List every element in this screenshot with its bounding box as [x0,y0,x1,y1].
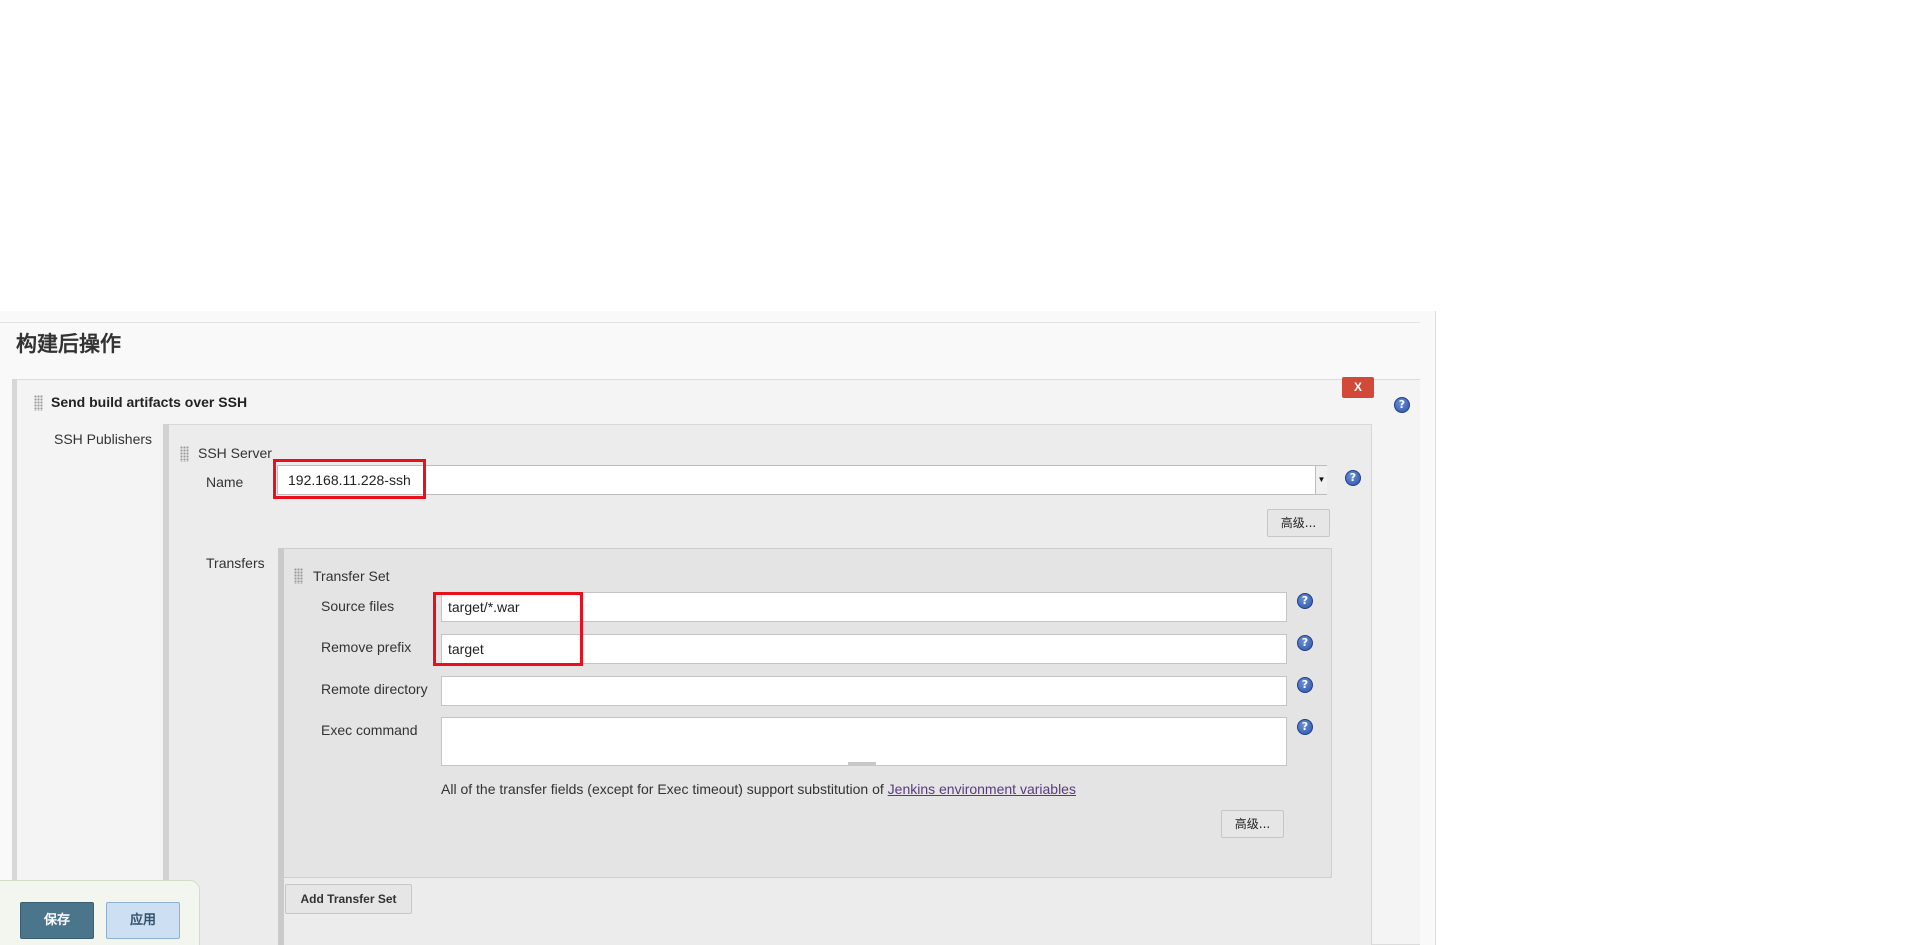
add-transfer-set-button[interactable]: Add Transfer Set [285,884,412,914]
substitution-info-text: All of the transfer fields (except for E… [441,781,1076,797]
remote-directory-help-icon[interactable]: ? [1297,677,1313,693]
exec-command-help-icon[interactable]: ? [1297,719,1313,735]
delete-publisher-button[interactable]: X [1342,377,1374,398]
ssh-publishers-label: SSH Publishers [54,431,153,447]
source-files-label: Source files [321,598,395,614]
server-advanced-button[interactable]: 高级... [1267,509,1330,537]
substitution-info-sentence: All of the transfer fields (except for E… [441,781,888,797]
transfer-set-drag-handle-icon[interactable] [294,568,303,584]
ssh-server-left-bar [163,424,169,945]
apply-button[interactable]: 应用 [106,902,180,939]
exec-command-textarea[interactable] [441,717,1287,766]
textarea-resize-handle[interactable] [848,762,876,766]
section-divider [0,322,1420,323]
transfer-highlight-box [433,592,583,666]
remote-directory-input[interactable] [441,676,1287,706]
name-highlight-box [273,459,426,499]
publisher-drag-handle-icon[interactable] [34,395,43,411]
name-help-icon[interactable]: ? [1345,470,1361,486]
transfer-set-heading: Transfer Set [313,568,390,584]
source-files-help-icon[interactable]: ? [1297,593,1313,609]
section-title: 构建后操作 [16,332,121,356]
save-button[interactable]: 保存 [20,902,94,939]
remove-prefix-label: Remove prefix [321,639,412,655]
transfers-label: Transfers [206,555,265,571]
remote-directory-label: Remote directory [321,681,428,697]
transfer-advanced-button[interactable]: 高级... [1221,810,1284,838]
ssh-server-name-select[interactable]: 192.168.11.228-ssh [277,465,1327,495]
chevron-down-icon[interactable]: ▼ [1315,466,1327,494]
jenkins-env-vars-link[interactable]: Jenkins environment variables [888,781,1076,797]
ssh-server-drag-handle-icon[interactable] [180,446,189,462]
publisher-left-bar [12,379,17,945]
help-icon[interactable]: ? [1394,397,1410,413]
name-label: Name [206,474,244,490]
transfer-set-left-bar [278,548,284,945]
remove-prefix-help-icon[interactable]: ? [1297,635,1313,651]
publisher-title: Send build artifacts over SSH [51,394,248,410]
ssh-server-heading: SSH Server [198,445,272,461]
exec-command-label: Exec command [321,722,418,738]
